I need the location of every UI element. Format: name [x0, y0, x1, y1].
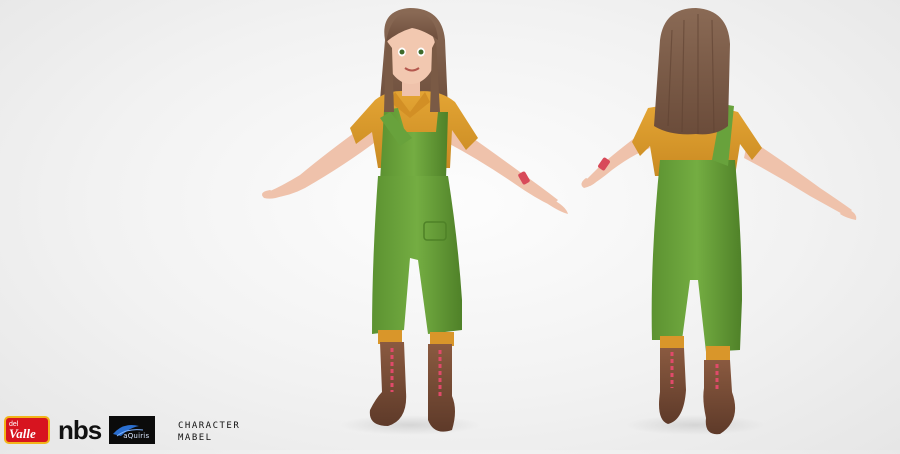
sponsor-logos: del Valle nbs aQuiris [4, 414, 156, 446]
character-front-view [262, 8, 568, 435]
nbs-logo: nbs [58, 415, 102, 445]
del-valle-wordmark: Valle [9, 426, 36, 441]
aquiris-wordmark: aQuiris [123, 432, 150, 440]
del-valle-logo: del Valle [4, 416, 50, 444]
aquiris-logo: aQuiris [109, 416, 156, 444]
caption-line-name: MABEL [178, 433, 213, 443]
character-render-stage [0, 0, 900, 450]
character-caption: CHARACTER MABEL [178, 420, 240, 444]
character-back-view [581, 8, 857, 435]
caption-line-character: CHARACTER [178, 421, 241, 431]
